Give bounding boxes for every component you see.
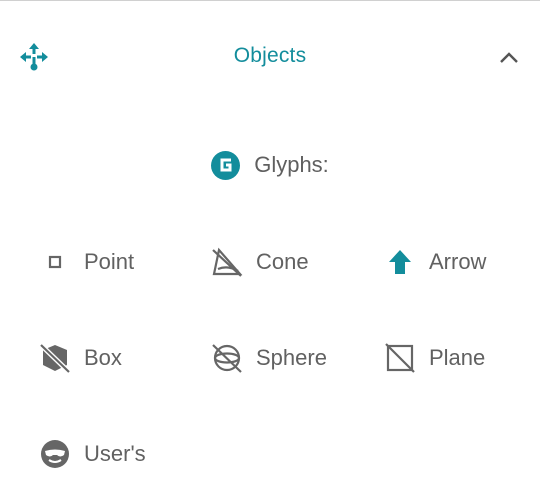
glyph-option-point[interactable]: Point <box>38 242 134 282</box>
glyph-option-label: Sphere <box>256 345 327 370</box>
sphere-icon <box>210 341 244 375</box>
glyph-option-sphere[interactable]: Sphere <box>210 338 327 378</box>
glyph-option-label: Plane <box>429 345 486 370</box>
glyphs-label: Glyphs: <box>254 152 329 177</box>
glyph-option-label: Arrow <box>429 249 487 274</box>
glyph-option-label: Cone <box>256 249 309 274</box>
objects-panel-header[interactable]: Objects <box>0 28 540 88</box>
arrow-icon <box>383 245 417 279</box>
glyph-option-cone[interactable]: Cone <box>210 242 309 282</box>
glyph-option-arrow[interactable]: Arrow <box>383 242 486 282</box>
top-divider <box>0 0 540 1</box>
panel-title: Objects <box>233 44 307 67</box>
glyph-option-users[interactable]: User's <box>38 434 146 474</box>
box-icon <box>38 341 72 375</box>
cone-icon <box>210 245 244 279</box>
glyph-option-label: Point <box>84 249 135 274</box>
glyph-option-box[interactable]: Box <box>38 338 122 378</box>
plane-icon <box>383 341 417 375</box>
glyph-badge-icon <box>211 150 241 180</box>
glyphs-section-header: Glyphs: <box>0 148 540 182</box>
chevron-up-icon[interactable] <box>496 45 522 71</box>
glyph-option-plane[interactable]: Plane <box>383 338 485 378</box>
glyph-option-label: User's <box>84 441 146 466</box>
user-glyph-icon <box>38 437 72 471</box>
glyph-option-label: Box <box>84 345 122 370</box>
point-icon <box>38 245 72 279</box>
